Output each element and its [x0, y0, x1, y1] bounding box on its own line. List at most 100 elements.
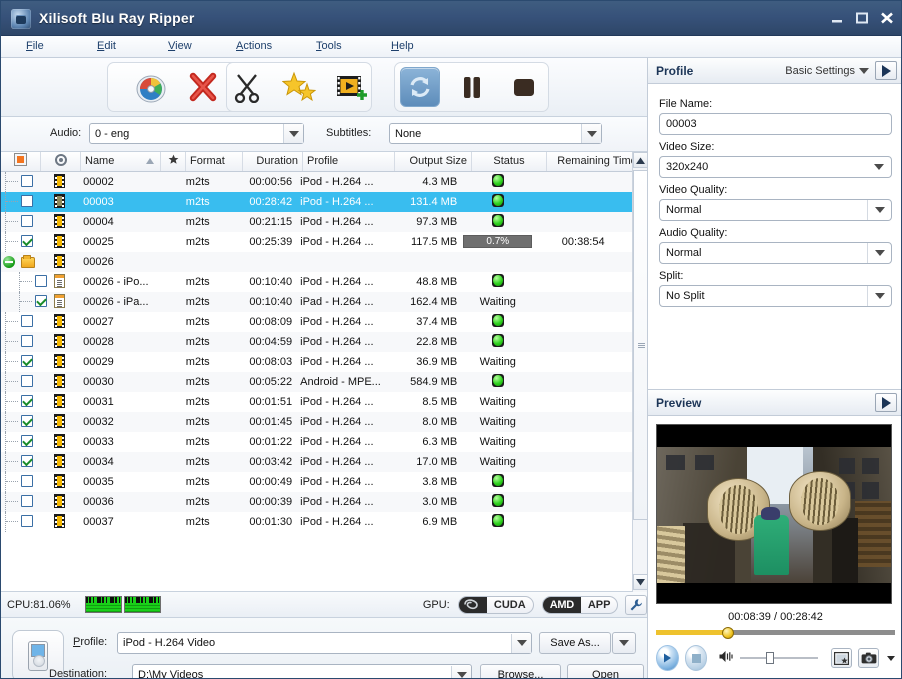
chevron-down-icon[interactable]: [867, 200, 891, 220]
convert-button[interactable]: [400, 67, 440, 107]
scroll-up-button[interactable]: [633, 152, 648, 168]
row-checkbox-cell[interactable]: [1, 172, 40, 192]
table-row[interactable]: 00004m2ts00:21:15iPod - H.264 ...97.3 MB: [1, 212, 632, 232]
table-vertical-scrollbar[interactable]: [632, 152, 647, 592]
table-row[interactable]: 00026 - iPa...m2ts00:10:40iPad - H.264 .…: [1, 292, 632, 312]
row-checkbox[interactable]: [21, 415, 33, 427]
pause-icon[interactable]: [452, 67, 492, 107]
maximize-icon[interactable]: [854, 10, 870, 26]
table-row[interactable]: 00028m2ts00:04:59iPod - H.264 ...22.8 MB: [1, 332, 632, 352]
chevron-down-icon[interactable]: [887, 656, 895, 661]
volume-slider[interactable]: [740, 652, 818, 664]
profile-select[interactable]: iPod - H.264 Video: [117, 632, 532, 654]
minimize-icon[interactable]: [829, 10, 845, 26]
cuda-toggle-button[interactable]: CUDA: [458, 596, 534, 614]
stop-square-icon[interactable]: [504, 67, 544, 107]
row-checkbox-cell[interactable]: [1, 272, 40, 292]
chevron-down-icon[interactable]: [867, 243, 891, 263]
check-all-header[interactable]: [1, 152, 41, 171]
row-checkbox-cell[interactable]: [1, 212, 40, 232]
audio-select[interactable]: 0 - eng: [89, 123, 304, 144]
expand-right-icon[interactable]: [875, 393, 897, 412]
row-checkbox[interactable]: [21, 315, 33, 327]
row-checkbox-cell[interactable]: [1, 332, 40, 352]
row-checkbox[interactable]: [21, 335, 33, 347]
menu-item-file[interactable]: File: [26, 40, 44, 52]
star-header[interactable]: [161, 152, 186, 171]
row-checkbox-cell[interactable]: [1, 292, 40, 312]
row-checkbox[interactable]: [21, 375, 33, 387]
row-checkbox-cell[interactable]: [1, 472, 40, 492]
table-row[interactable]: 00002m2ts00:00:56iPod - H.264 ...4.3 MB: [1, 172, 632, 192]
stars-icon[interactable]: [279, 67, 319, 107]
wrench-icon[interactable]: [625, 595, 647, 615]
table-row[interactable]: 00037m2ts00:01:30iPod - H.264 ...6.9 MB: [1, 512, 632, 532]
row-checkbox-cell[interactable]: [1, 232, 40, 252]
row-checkbox[interactable]: [35, 295, 47, 307]
chevron-down-icon[interactable]: [581, 124, 601, 143]
play-icon[interactable]: [656, 645, 679, 671]
menu-item-help[interactable]: Help: [391, 40, 414, 52]
table-row[interactable]: 00036m2ts00:00:39iPod - H.264 ...3.0 MB: [1, 492, 632, 512]
seek-slider[interactable]: [656, 627, 895, 637]
output-size-header[interactable]: Output Size: [395, 152, 472, 171]
chevron-down-icon[interactable]: [451, 666, 471, 679]
name-header[interactable]: Name: [81, 152, 161, 171]
open-button[interactable]: Open: [567, 664, 644, 679]
chevron-down-icon[interactable]: [511, 634, 531, 653]
row-checkbox[interactable]: [21, 515, 33, 527]
row-checkbox[interactable]: [21, 195, 33, 207]
scissors-icon[interactable]: [227, 67, 267, 107]
expand-right-icon[interactable]: [875, 61, 897, 80]
row-checkbox[interactable]: [21, 235, 33, 247]
scroll-thumb[interactable]: [633, 170, 648, 520]
table-row[interactable]: 00029m2ts00:08:03iPod - H.264 ...36.9 MB…: [1, 352, 632, 372]
row-checkbox[interactable]: [21, 435, 33, 447]
table-row[interactable]: 00032m2ts00:01:45iPod - H.264 ...8.0 MBW…: [1, 412, 632, 432]
destination-select[interactable]: D:\My Videos: [132, 664, 472, 679]
row-checkbox-cell[interactable]: [1, 372, 40, 392]
subtitles-select[interactable]: None: [389, 123, 602, 144]
row-checkbox-cell[interactable]: [1, 492, 40, 512]
table-row[interactable]: 00034m2ts00:03:42iPod - H.264 ...17.0 MB…: [1, 452, 632, 472]
scroll-down-button[interactable]: [633, 574, 648, 590]
row-checkbox-cell[interactable]: [1, 352, 40, 372]
collapse-node[interactable]: [3, 256, 15, 268]
row-checkbox[interactable]: [35, 275, 47, 287]
row-checkbox-cell[interactable]: [1, 452, 40, 472]
row-checkbox-cell[interactable]: [1, 432, 40, 452]
row-checkbox-cell[interactable]: [1, 312, 40, 332]
row-checkbox-cell[interactable]: [1, 192, 40, 212]
row-checkbox[interactable]: [21, 395, 33, 407]
row-checkbox[interactable]: [21, 475, 33, 487]
profile-header[interactable]: Profile: [303, 152, 395, 171]
close-icon[interactable]: [879, 10, 895, 26]
camera-icon[interactable]: [858, 648, 879, 668]
speaker-icon[interactable]: [719, 650, 734, 666]
snapshot-folder-icon[interactable]: [831, 648, 852, 668]
split-select[interactable]: No Split: [659, 285, 892, 307]
load-disc-button[interactable]: [131, 67, 171, 107]
film-plus-icon[interactable]: [331, 67, 371, 107]
chevron-down-icon[interactable]: [867, 286, 891, 306]
row-checkbox-cell[interactable]: [1, 412, 40, 432]
menu-item-tools[interactable]: Tools: [316, 40, 342, 52]
format-header[interactable]: Format: [186, 152, 243, 171]
save-as-dropdown-button[interactable]: [612, 632, 636, 654]
table-row[interactable]: 00027m2ts00:08:09iPod - H.264 ...37.4 MB: [1, 312, 632, 332]
duration-header[interactable]: Duration: [243, 152, 303, 171]
row-checkbox-cell[interactable]: [1, 392, 40, 412]
row-checkbox[interactable]: [21, 455, 33, 467]
menu-item-actions[interactable]: Actions: [236, 40, 272, 52]
row-checkbox-cell[interactable]: [1, 512, 40, 532]
table-row[interactable]: 00003m2ts00:28:42iPod - H.264 ...131.4 M…: [1, 192, 632, 212]
table-row[interactable]: 00026 - iPo...m2ts00:10:40iPod - H.264 .…: [1, 272, 632, 292]
table-body[interactable]: 00002m2ts00:00:56iPod - H.264 ...4.3 MB0…: [1, 172, 632, 572]
video-preview[interactable]: [656, 424, 892, 604]
table-row[interactable]: 00030m2ts00:05:22Android - MPE...584.9 M…: [1, 372, 632, 392]
table-row[interactable]: 00035m2ts00:00:49iPod - H.264 ...3.8 MB: [1, 472, 632, 492]
row-checkbox[interactable]: [21, 355, 33, 367]
table-row[interactable]: 00033m2ts00:01:22iPod - H.264 ...6.3 MBW…: [1, 432, 632, 452]
table-row[interactable]: 00031m2ts00:01:51iPod - H.264 ...8.5 MBW…: [1, 392, 632, 412]
row-checkbox[interactable]: [21, 175, 33, 187]
